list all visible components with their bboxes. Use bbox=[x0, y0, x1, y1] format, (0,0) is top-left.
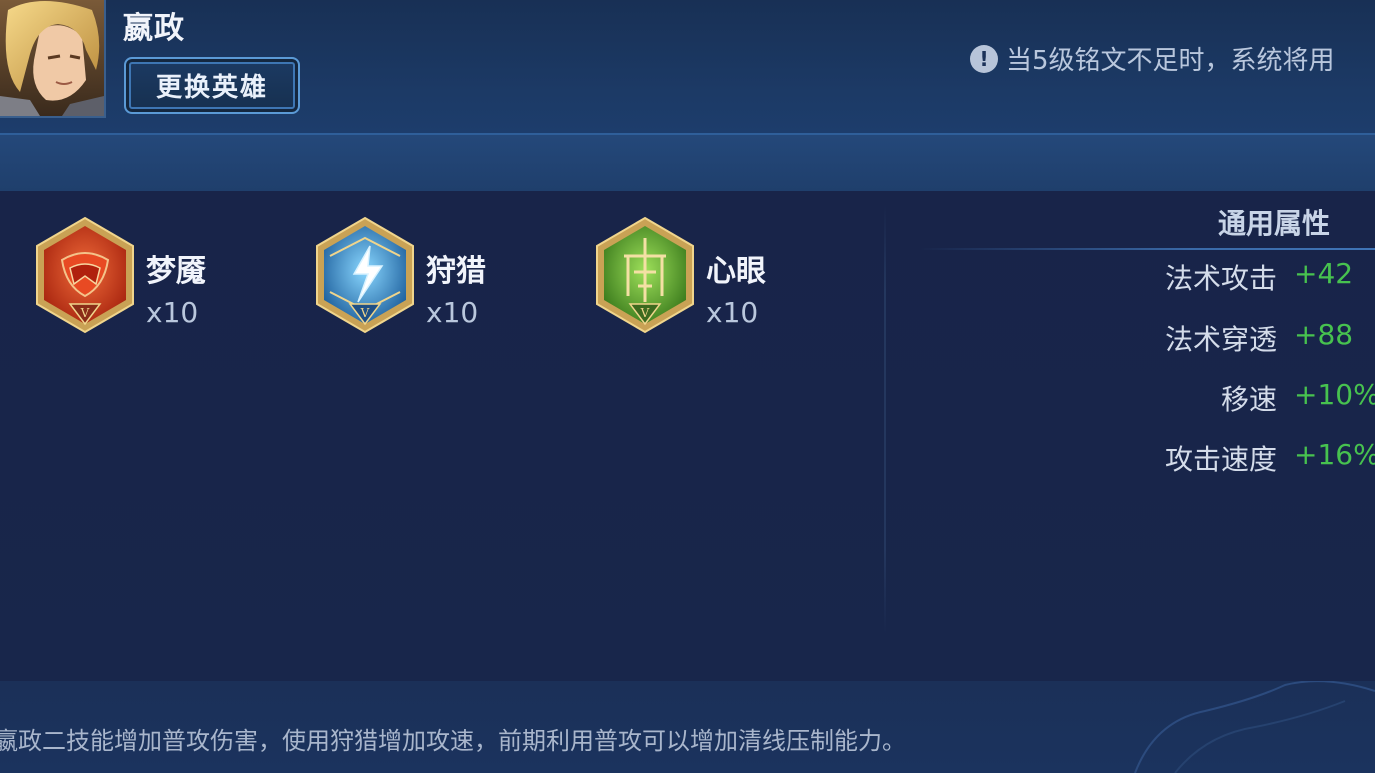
attribute-label: 移速 bbox=[1220, 383, 1277, 416]
footer-description-bar: 嬴政二技能增加普攻伤害，使用狩猎增加攻速，前期利用普攻可以增加清线压制能力。 bbox=[0, 681, 1375, 773]
attribute-value: +42 bbox=[1294, 257, 1354, 290]
rune-item-hunt[interactable]: V 狩猎 x10 bbox=[314, 216, 574, 340]
svg-text:V: V bbox=[80, 306, 90, 320]
svg-text:V: V bbox=[360, 306, 370, 320]
rune-item-mind-eye[interactable]: V 心眼 x10 bbox=[594, 216, 854, 340]
attribute-label: 法术穿透 bbox=[1164, 323, 1277, 356]
attribute-value: +10% bbox=[1294, 378, 1375, 411]
hero-portrait bbox=[0, 0, 106, 118]
hero-portrait-image bbox=[0, 0, 104, 116]
change-hero-button[interactable]: 更换英雄 bbox=[124, 57, 300, 114]
tab-band bbox=[0, 135, 1375, 191]
rune-recommendation-screen: 嬴政 更换英雄 ! 当5级铭文不足时，系统将用 V 梦魇 x10 V 狩猎 x1… bbox=[0, 0, 1375, 773]
notice-text: 当5级铭文不足时，系统将用 bbox=[1006, 46, 1335, 76]
attributes-divider bbox=[920, 248, 1375, 250]
rune-count: x10 bbox=[146, 296, 199, 329]
attribute-label: 法术攻击 bbox=[1164, 262, 1277, 295]
rune-count: x10 bbox=[706, 296, 759, 329]
hero-name: 嬴政 bbox=[123, 11, 185, 46]
rune-name: 心眼 bbox=[706, 254, 766, 289]
attributes-title: 通用属性 bbox=[1218, 207, 1331, 240]
attribute-row: 移速 +10% bbox=[900, 378, 1375, 418]
vertical-divider bbox=[884, 205, 886, 635]
attribute-row: 法术攻击 +42 bbox=[900, 257, 1375, 297]
footer-decoration bbox=[1134, 681, 1375, 773]
svg-text:V: V bbox=[640, 306, 650, 320]
rune-name: 狩猎 bbox=[426, 254, 486, 289]
attribute-row: 法术穿透 +88 bbox=[900, 318, 1375, 358]
exclamation-icon: ! bbox=[970, 44, 998, 73]
hunt-rune-icon: V bbox=[316, 216, 414, 334]
attribute-value: +88 bbox=[1294, 318, 1354, 351]
rune-count: x10 bbox=[426, 296, 479, 329]
attribute-label: 攻击速度 bbox=[1164, 443, 1277, 476]
nightmare-rune-icon: V bbox=[36, 216, 134, 334]
attribute-value: +16% bbox=[1294, 438, 1375, 471]
footer-description: 嬴政二技能增加普攻伤害，使用狩猎增加攻速，前期利用普攻可以增加清线压制能力。 bbox=[0, 727, 906, 755]
notice: ! 当5级铭文不足时，系统将用 bbox=[970, 40, 1335, 77]
rune-item-nightmare[interactable]: V 梦魇 x10 bbox=[34, 216, 294, 340]
mind-eye-rune-icon: V bbox=[596, 216, 694, 334]
attribute-row: 攻击速度 +16% bbox=[900, 438, 1375, 478]
header-bar: 嬴政 更换英雄 ! 当5级铭文不足时，系统将用 bbox=[0, 0, 1375, 135]
rune-name: 梦魇 bbox=[146, 254, 206, 289]
